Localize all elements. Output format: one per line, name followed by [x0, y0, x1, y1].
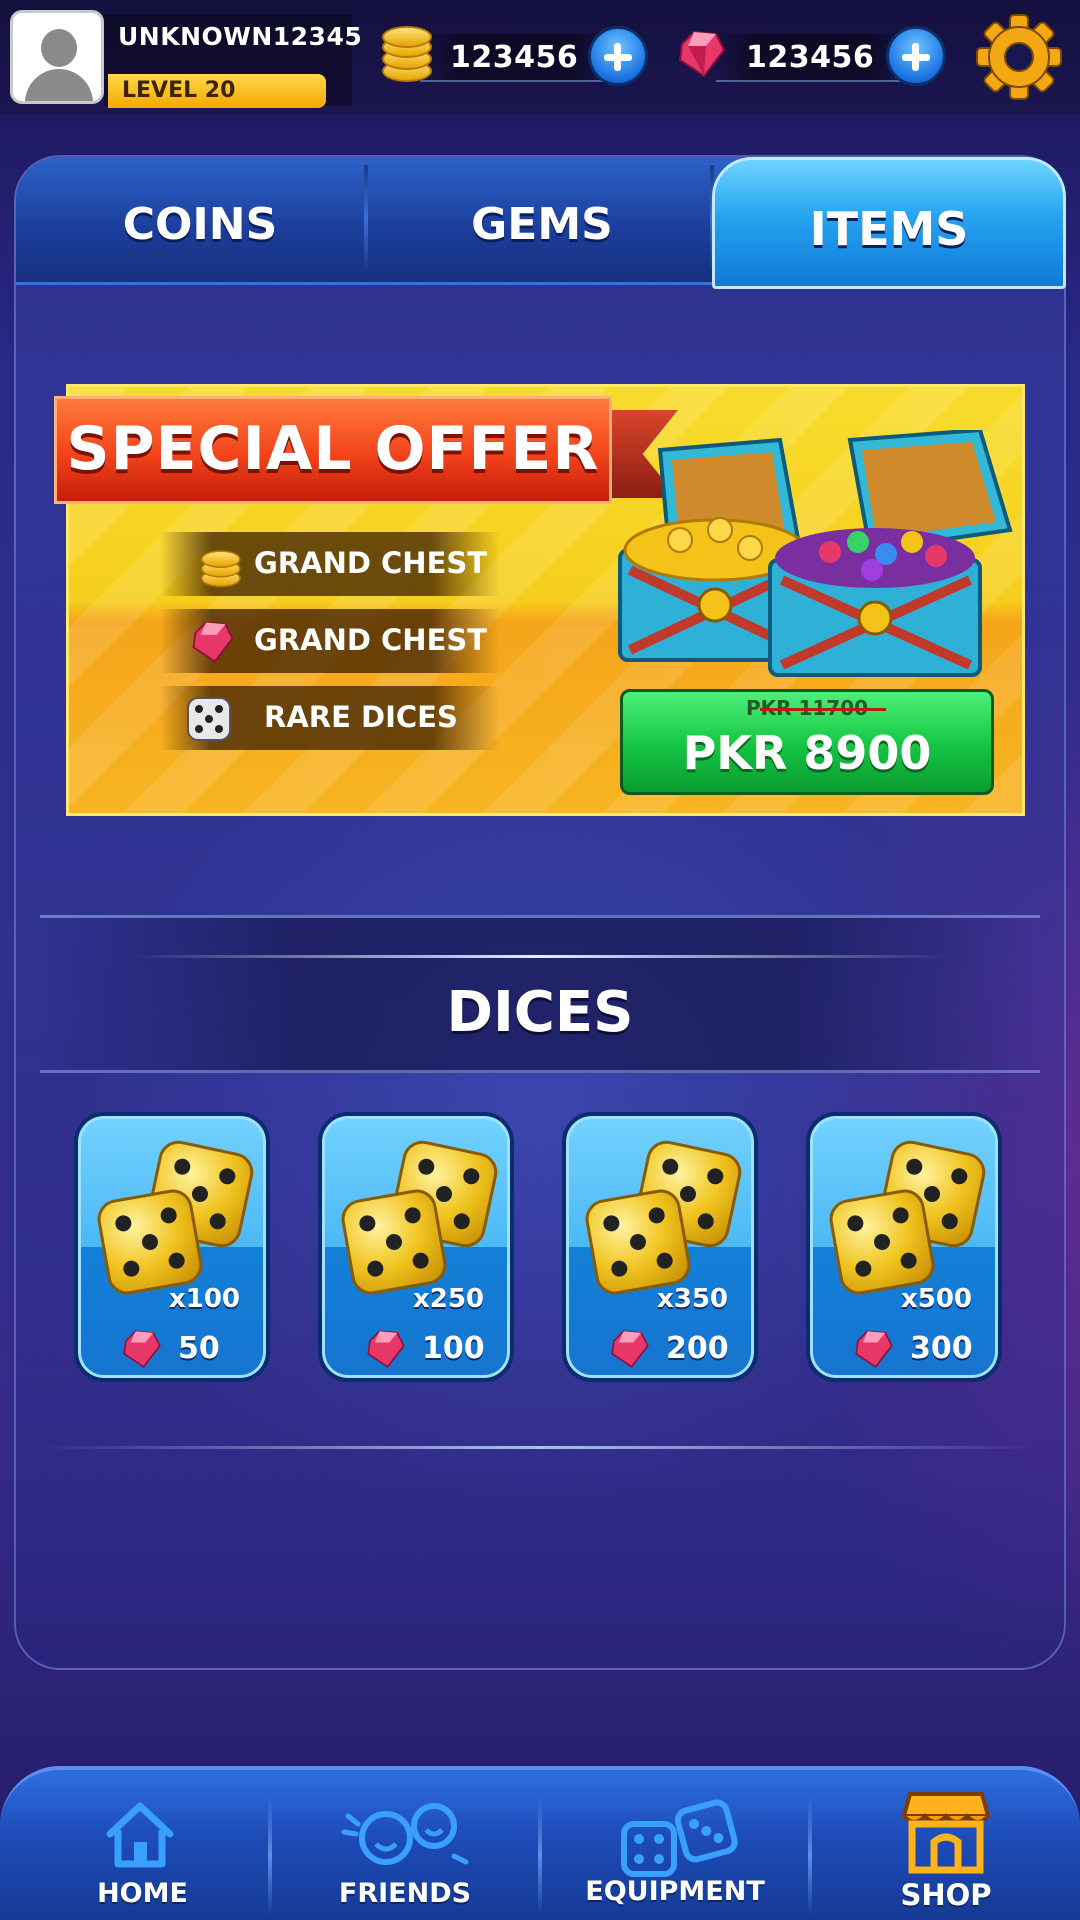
- friends-icon: [341, 1803, 469, 1865]
- dice-pack-price: 300: [910, 1331, 973, 1366]
- home-icon: [106, 1802, 174, 1868]
- gem-icon: [678, 30, 726, 78]
- dice-icon: [582, 1186, 694, 1298]
- dice-pack-quantity: x500: [900, 1284, 972, 1314]
- dice-pack-card[interactable]: x500 300: [806, 1112, 1002, 1382]
- dice-pack-quantity: x250: [412, 1284, 484, 1314]
- dice-pack-price: 100: [422, 1331, 485, 1366]
- dice-icon: [94, 1186, 206, 1298]
- coin-amount: 123456: [450, 40, 579, 75]
- offer-item: GRAND CHEST: [160, 609, 500, 673]
- add-coins-button[interactable]: [588, 26, 648, 86]
- nav-home[interactable]: HOME: [0, 1780, 268, 1920]
- treasure-chests-illustration: [618, 430, 1013, 677]
- nav-friends[interactable]: FRIENDS: [272, 1780, 538, 1920]
- tab-items[interactable]: ITEMS: [712, 194, 1066, 264]
- dice-icon: [826, 1186, 938, 1298]
- nav-label: FRIENDS: [338, 1878, 472, 1909]
- offer-item: GRAND CHEST: [160, 532, 500, 596]
- dice-icon: [187, 697, 231, 741]
- avatar[interactable]: [10, 10, 104, 104]
- tab-gems[interactable]: GEMS: [372, 190, 712, 260]
- coin-icon: [380, 26, 432, 82]
- avatar-head-shape: [41, 29, 77, 67]
- gem-icon: [367, 1330, 405, 1368]
- offer-price: PKR 8900: [682, 726, 932, 780]
- price-strikethrough: [760, 708, 886, 711]
- profile-card[interactable]: UNKNOWN12345 LEVEL 20: [10, 10, 362, 108]
- shop-panel: [14, 155, 1066, 1670]
- section-title: DICES: [446, 980, 634, 1045]
- offer-item-label: RARE DICES: [264, 700, 458, 734]
- dice-pack-card[interactable]: x100 50: [74, 1112, 270, 1382]
- nav-label: EQUIPMENT: [585, 1876, 765, 1907]
- nav-label: SHOP: [900, 1878, 992, 1912]
- shop-icon: [901, 1792, 991, 1874]
- dice-pack-price: 50: [178, 1331, 220, 1366]
- nav-shop[interactable]: SHOP: [812, 1780, 1080, 1920]
- tab-coins[interactable]: COINS: [30, 190, 370, 260]
- dice-pack-card[interactable]: x350 200: [562, 1112, 758, 1382]
- offer-item: RARE DICES: [160, 686, 500, 750]
- dices-header-line: [130, 955, 950, 958]
- gem-icon: [123, 1330, 161, 1368]
- settings-gear-icon[interactable]: [976, 14, 1062, 100]
- dice-pack-quantity: x100: [168, 1284, 240, 1314]
- dice-pack-quantity: x350: [656, 1284, 728, 1314]
- avatar-body-shape: [25, 69, 93, 101]
- add-gems-button[interactable]: [886, 26, 946, 86]
- special-offer-title: SPECIAL OFFER: [66, 414, 600, 484]
- level-badge: LEVEL 20: [108, 74, 326, 108]
- username: UNKNOWN12345: [118, 22, 363, 51]
- nav-label: HOME: [97, 1878, 188, 1909]
- gem-icon: [192, 621, 234, 663]
- section-divider: [40, 1446, 1040, 1449]
- gem-icon: [855, 1330, 893, 1368]
- dice-icon: [338, 1186, 450, 1298]
- dice-pack-card[interactable]: x250 100: [318, 1112, 514, 1382]
- coin-stack-icon: [199, 546, 241, 591]
- dice-pair-icon: [621, 1799, 738, 1877]
- gem-chest-icon: [768, 430, 1013, 677]
- dice-pack-price: 200: [666, 1331, 729, 1366]
- offer-item-label: GRAND CHEST: [254, 623, 488, 657]
- nav-equipment[interactable]: EQUIPMENT: [542, 1780, 808, 1920]
- gem-icon: [611, 1330, 649, 1368]
- offer-item-label: GRAND CHEST: [254, 546, 488, 580]
- gem-amount: 123456: [746, 40, 875, 75]
